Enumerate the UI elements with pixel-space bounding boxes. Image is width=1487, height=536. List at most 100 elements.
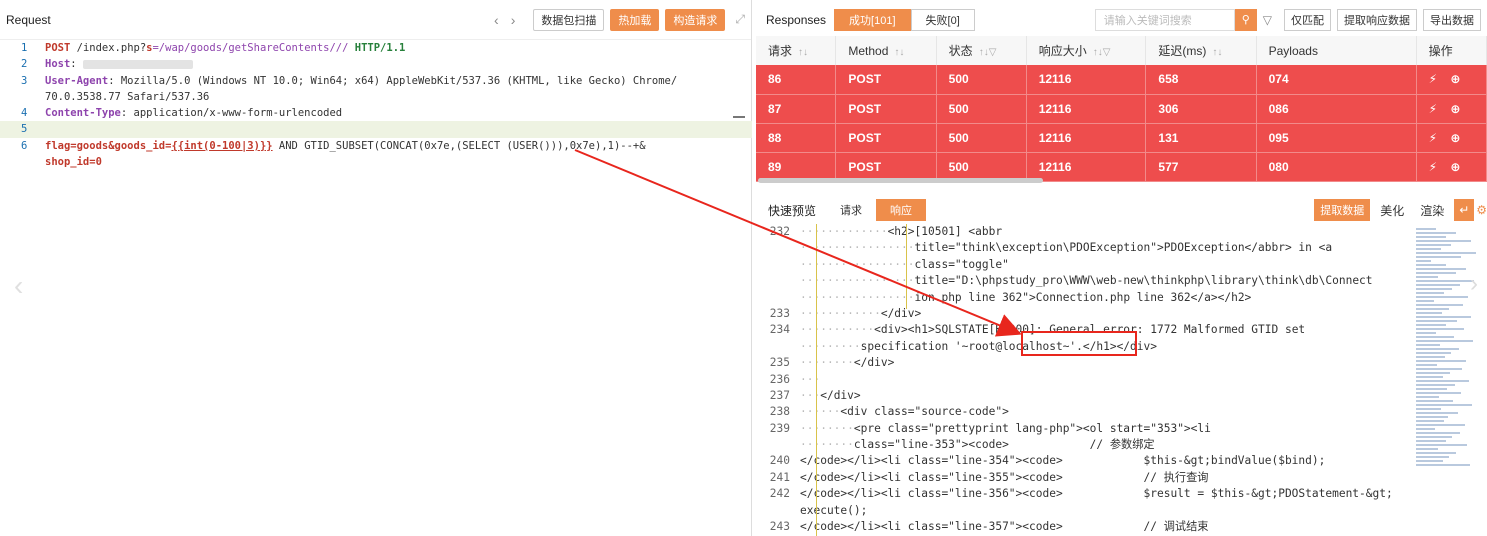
body-params: shop_id=0 <box>45 156 102 169</box>
col-status[interactable]: 状态 ↑↓▽ <box>936 36 1027 65</box>
response-code-line: ················· class="toggle" <box>756 257 1416 273</box>
tab-success[interactable]: 成功[101] <box>834 8 911 31</box>
prev-arrow-icon[interactable]: ‹ <box>494 12 499 28</box>
cell-actions: ⚡ ⊕ <box>1416 65 1487 95</box>
wrap-icon[interactable]: ↵ <box>1454 199 1475 221</box>
line-number: 6 <box>21 139 28 152</box>
code-text: </div> <box>880 306 922 320</box>
flash-icon[interactable]: ⚡ <box>1429 131 1437 145</box>
open-icon[interactable]: ⊕ <box>1450 131 1460 145</box>
open-icon[interactable]: ⊕ <box>1450 160 1460 174</box>
extract-data-button[interactable]: 提取数据 <box>1314 199 1371 221</box>
col-latency[interactable]: 延迟(ms) ↑↓ <box>1145 36 1257 65</box>
code-line: 6 flag=goods&goods_id={{int(0-100|3)}} A… <box>0 138 752 154</box>
minimap-line <box>1416 364 1437 366</box>
code-text: </code></li><li class="line-354"><code> … <box>800 454 1326 468</box>
minimap-line <box>1416 464 1470 466</box>
carousel-left-icon[interactable]: ‹ <box>14 270 23 302</box>
flash-icon[interactable]: ⚡ <box>1429 102 1437 116</box>
response-code-view[interactable]: 232 ············· <h2>[10501] <abbr ·······… <box>756 224 1416 536</box>
table-scrollbar[interactable] <box>758 178 1043 183</box>
code-text: </div> <box>853 356 895 370</box>
line-number <box>756 290 800 306</box>
whitespace-dots: ················· <box>800 241 915 255</box>
col-request[interactable]: 请求 ↑↓ <box>756 36 837 65</box>
minimap-line <box>1416 440 1446 442</box>
open-icon[interactable]: ⊕ <box>1450 72 1460 86</box>
code-text: <div class="source-code"> <box>840 405 1009 419</box>
cell-request: 86 <box>756 65 837 95</box>
cell-payload: 086 <box>1256 94 1417 124</box>
minimap-line <box>1416 284 1460 286</box>
line-number: 237 <box>769 388 790 402</box>
http-method: POST <box>45 42 71 54</box>
code-line: 4 Content-Type: application/x-www-form-u… <box>0 105 752 121</box>
cell-actions: ⚡ ⊕ <box>1416 94 1487 124</box>
search-icon[interactable]: ⚲ <box>1234 8 1257 31</box>
response-code-line: ················· title="D:\phpstudy_pro\… <box>756 273 1416 289</box>
minimap-line <box>1416 400 1453 402</box>
minimap-line <box>1416 256 1461 258</box>
request-panel: Request ‹ › 数据包扫描 热加载 构造请求 ⤢ 1 POST /ind… <box>0 0 752 536</box>
table-row[interactable]: 89 POST 500 12116 577 080 ⚡ ⊕ <box>756 152 1487 182</box>
request-title: Request <box>6 12 51 27</box>
whitespace-dots: ················· <box>800 290 915 304</box>
line-number: 1 <box>21 42 28 54</box>
minimap-line <box>1416 392 1461 394</box>
search-input[interactable]: 请输入关键词搜索 <box>1094 8 1235 31</box>
next-arrow-icon[interactable]: › <box>511 12 516 28</box>
col-payloads[interactable]: Payloads <box>1256 36 1417 65</box>
col-size[interactable]: 响应大小 ↑↓▽ <box>1026 36 1147 65</box>
whitespace-dots: ················· <box>800 274 915 288</box>
packet-scan-button[interactable]: 数据包扫描 <box>533 8 605 31</box>
render-button[interactable]: 渲染 <box>1414 199 1450 221</box>
cell-method: POST <box>835 94 937 124</box>
response-code-line: 235 ········ </div> <box>756 355 1416 371</box>
hot-reload-button[interactable]: 热加载 <box>610 8 660 31</box>
table-row[interactable]: 87 POST 500 12116 306 086 ⚡ ⊕ <box>756 94 1487 124</box>
beautify-button[interactable]: 美化 <box>1374 199 1410 221</box>
whitespace-dots: ············· <box>800 225 888 238</box>
whitespace-dots: ······ <box>800 405 841 419</box>
build-request-button[interactable]: 构造请求 <box>665 8 726 31</box>
filter-icon[interactable]: ▽ <box>1263 13 1272 27</box>
table-row[interactable]: 88 POST 500 12116 131 095 ⚡ ⊕ <box>756 123 1487 153</box>
minimap-line <box>1416 368 1462 370</box>
col-method[interactable]: Method ↑↓ <box>835 36 937 65</box>
gear-icon[interactable]: ⚙ <box>1476 203 1487 217</box>
table-row[interactable]: 86 POST 500 12116 658 074 ⚡ ⊕ <box>756 65 1487 95</box>
path-rest: =/wap/goods/getShareContents/// <box>152 42 349 54</box>
flash-icon[interactable]: ⚡ <box>1429 160 1437 174</box>
code-line: 2 Host: <box>0 56 752 72</box>
line-number <box>756 240 800 256</box>
minimap-line <box>1416 248 1441 250</box>
responses-header: Responses 成功[101] 失败[0] 请输入关键词搜索 ⚲ ▽ 仅匹配… <box>756 0 1487 40</box>
match-only-button[interactable]: 仅匹配 <box>1284 8 1331 31</box>
minimap-line <box>1416 320 1457 322</box>
cell-latency: 306 <box>1145 94 1257 124</box>
expand-icon[interactable]: ⤢ <box>735 12 745 27</box>
minimap-line <box>1416 416 1448 418</box>
line-number: 2 <box>21 58 28 71</box>
flash-icon[interactable]: ⚡ <box>1429 72 1437 86</box>
indent-guide <box>906 224 907 309</box>
code-line: shop_id=0 <box>0 154 752 170</box>
col-actions: 操作 <box>1416 36 1487 65</box>
carousel-right-icon[interactable]: › <box>1470 270 1478 298</box>
minimap-line <box>1416 436 1452 438</box>
whitespace-dots: ············ <box>800 306 881 320</box>
header-value: : application/x-www-form-urlencoded <box>120 107 343 120</box>
cell-latency: 577 <box>1145 152 1257 182</box>
open-icon[interactable]: ⊕ <box>1450 102 1460 116</box>
line-number: 239 <box>769 421 790 435</box>
tab-preview-request[interactable]: 请求 <box>826 199 876 221</box>
minimap-line <box>1416 460 1443 462</box>
request-editor[interactable]: 1 POST /index.php?s=/wap/goods/getShareC… <box>0 40 752 170</box>
tab-preview-response[interactable]: 响应 <box>876 199 927 221</box>
response-code-line: 239 ········ <pre class="prettyprint lang-… <box>756 421 1416 437</box>
extract-response-button[interactable]: 提取响应数据 <box>1337 8 1417 31</box>
minimap-line <box>1416 252 1476 254</box>
line-number: 242 <box>769 487 790 501</box>
export-button[interactable]: 导出数据 <box>1423 8 1481 31</box>
tab-fail[interactable]: 失败[0] <box>910 8 975 31</box>
